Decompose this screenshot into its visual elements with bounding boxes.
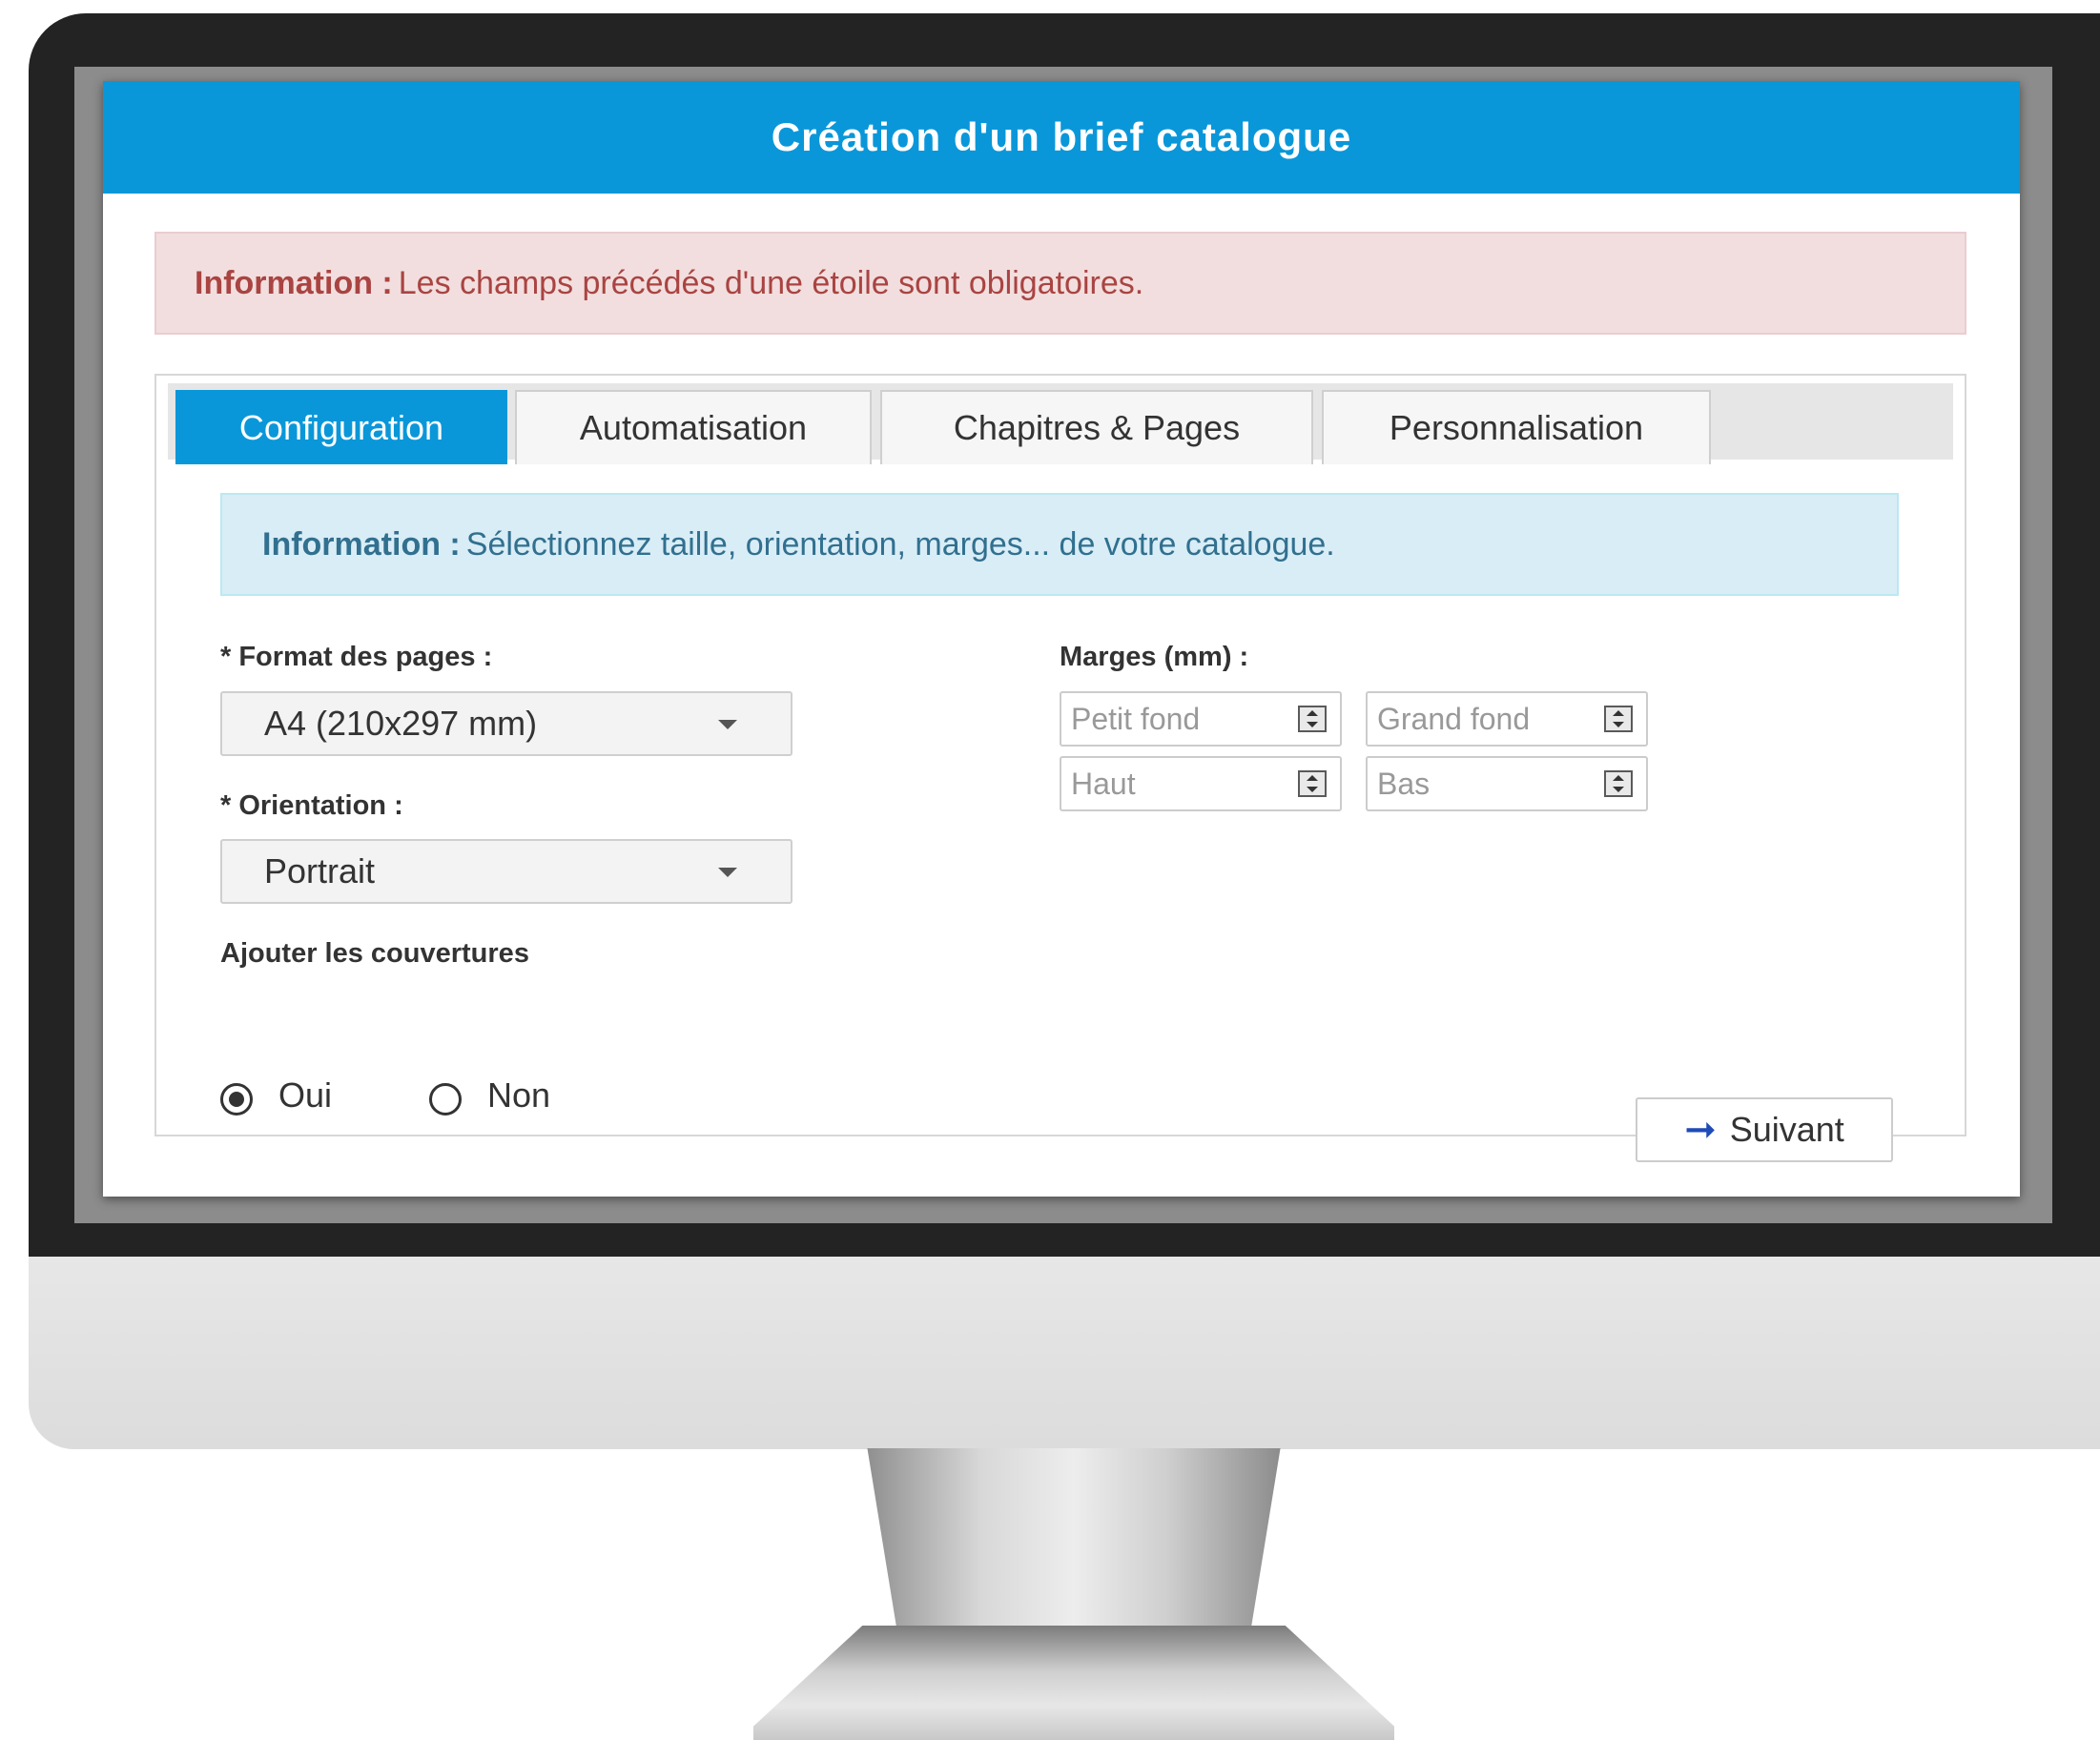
info-strong-label: Information : bbox=[262, 525, 461, 563]
alert-text: Les champs précédés d'une étoile sont ob… bbox=[398, 264, 1144, 301]
alert-strong-label: Information : bbox=[195, 264, 393, 301]
monitor-chin bbox=[29, 1257, 2100, 1449]
spinner-icon[interactable] bbox=[1604, 706, 1633, 732]
format-label: * Format des pages : bbox=[220, 642, 493, 672]
margin-haut-input[interactable]: Haut bbox=[1060, 756, 1342, 811]
dialog-title: Création d'un brief catalogue bbox=[103, 81, 2020, 194]
monitor-stand-base bbox=[753, 1626, 1394, 1740]
next-button[interactable]: ➞ Suivant bbox=[1636, 1097, 1893, 1162]
margin-grand-fond-input[interactable]: Grand fond bbox=[1366, 691, 1648, 747]
radio-oui-label[interactable]: Oui bbox=[278, 1075, 332, 1116]
brief-dialog: Création d'un brief catalogue Informatio… bbox=[103, 81, 2020, 1197]
chevron-down-icon bbox=[718, 720, 737, 729]
margin-petit-fond-input[interactable]: Petit fond bbox=[1060, 691, 1342, 747]
config-info-alert: Information : Sélectionnez taille, orien… bbox=[220, 493, 1899, 596]
tab-personnalisation[interactable]: Personnalisation bbox=[1322, 390, 1711, 464]
margin-bas-placeholder: Bas bbox=[1377, 766, 1431, 801]
radio-oui[interactable] bbox=[220, 1083, 253, 1116]
chevron-down-icon bbox=[718, 868, 737, 877]
orientation-label: * Orientation : bbox=[220, 790, 403, 821]
monitor-stand-neck bbox=[867, 1448, 1281, 1629]
spinner-icon[interactable] bbox=[1298, 770, 1327, 797]
orientation-select-value: Portrait bbox=[264, 851, 376, 890]
format-select-value: A4 (210x297 mm) bbox=[264, 704, 538, 743]
margin-haut-placeholder: Haut bbox=[1071, 766, 1136, 801]
tab-automatisation[interactable]: Automatisation bbox=[515, 390, 872, 464]
radio-non-label[interactable]: Non bbox=[487, 1075, 550, 1116]
tab-chapitres-pages[interactable]: Chapitres & Pages bbox=[880, 390, 1313, 464]
spinner-icon[interactable] bbox=[1604, 770, 1633, 797]
radio-selected-dot bbox=[229, 1092, 244, 1107]
radio-non[interactable] bbox=[429, 1083, 462, 1116]
next-button-label: Suivant bbox=[1729, 1110, 1844, 1149]
spinner-icon[interactable] bbox=[1298, 706, 1327, 732]
covers-label: Ajouter les couvertures bbox=[220, 938, 529, 969]
orientation-select[interactable]: Portrait bbox=[220, 839, 793, 904]
margins-label: Marges (mm) : bbox=[1060, 642, 1249, 672]
required-fields-alert: Information : Les champs précédés d'une … bbox=[154, 232, 1966, 335]
margin-petit-fond-placeholder: Petit fond bbox=[1071, 701, 1201, 736]
info-text: Sélectionnez taille, orientation, marges… bbox=[465, 525, 1335, 563]
tab-configuration[interactable]: Configuration bbox=[175, 390, 507, 464]
arrow-right-icon: ➞ bbox=[1684, 1109, 1717, 1151]
margin-bas-input[interactable]: Bas bbox=[1366, 756, 1648, 811]
margin-grand-fond-placeholder: Grand fond bbox=[1377, 701, 1531, 736]
format-select[interactable]: A4 (210x297 mm) bbox=[220, 691, 793, 756]
